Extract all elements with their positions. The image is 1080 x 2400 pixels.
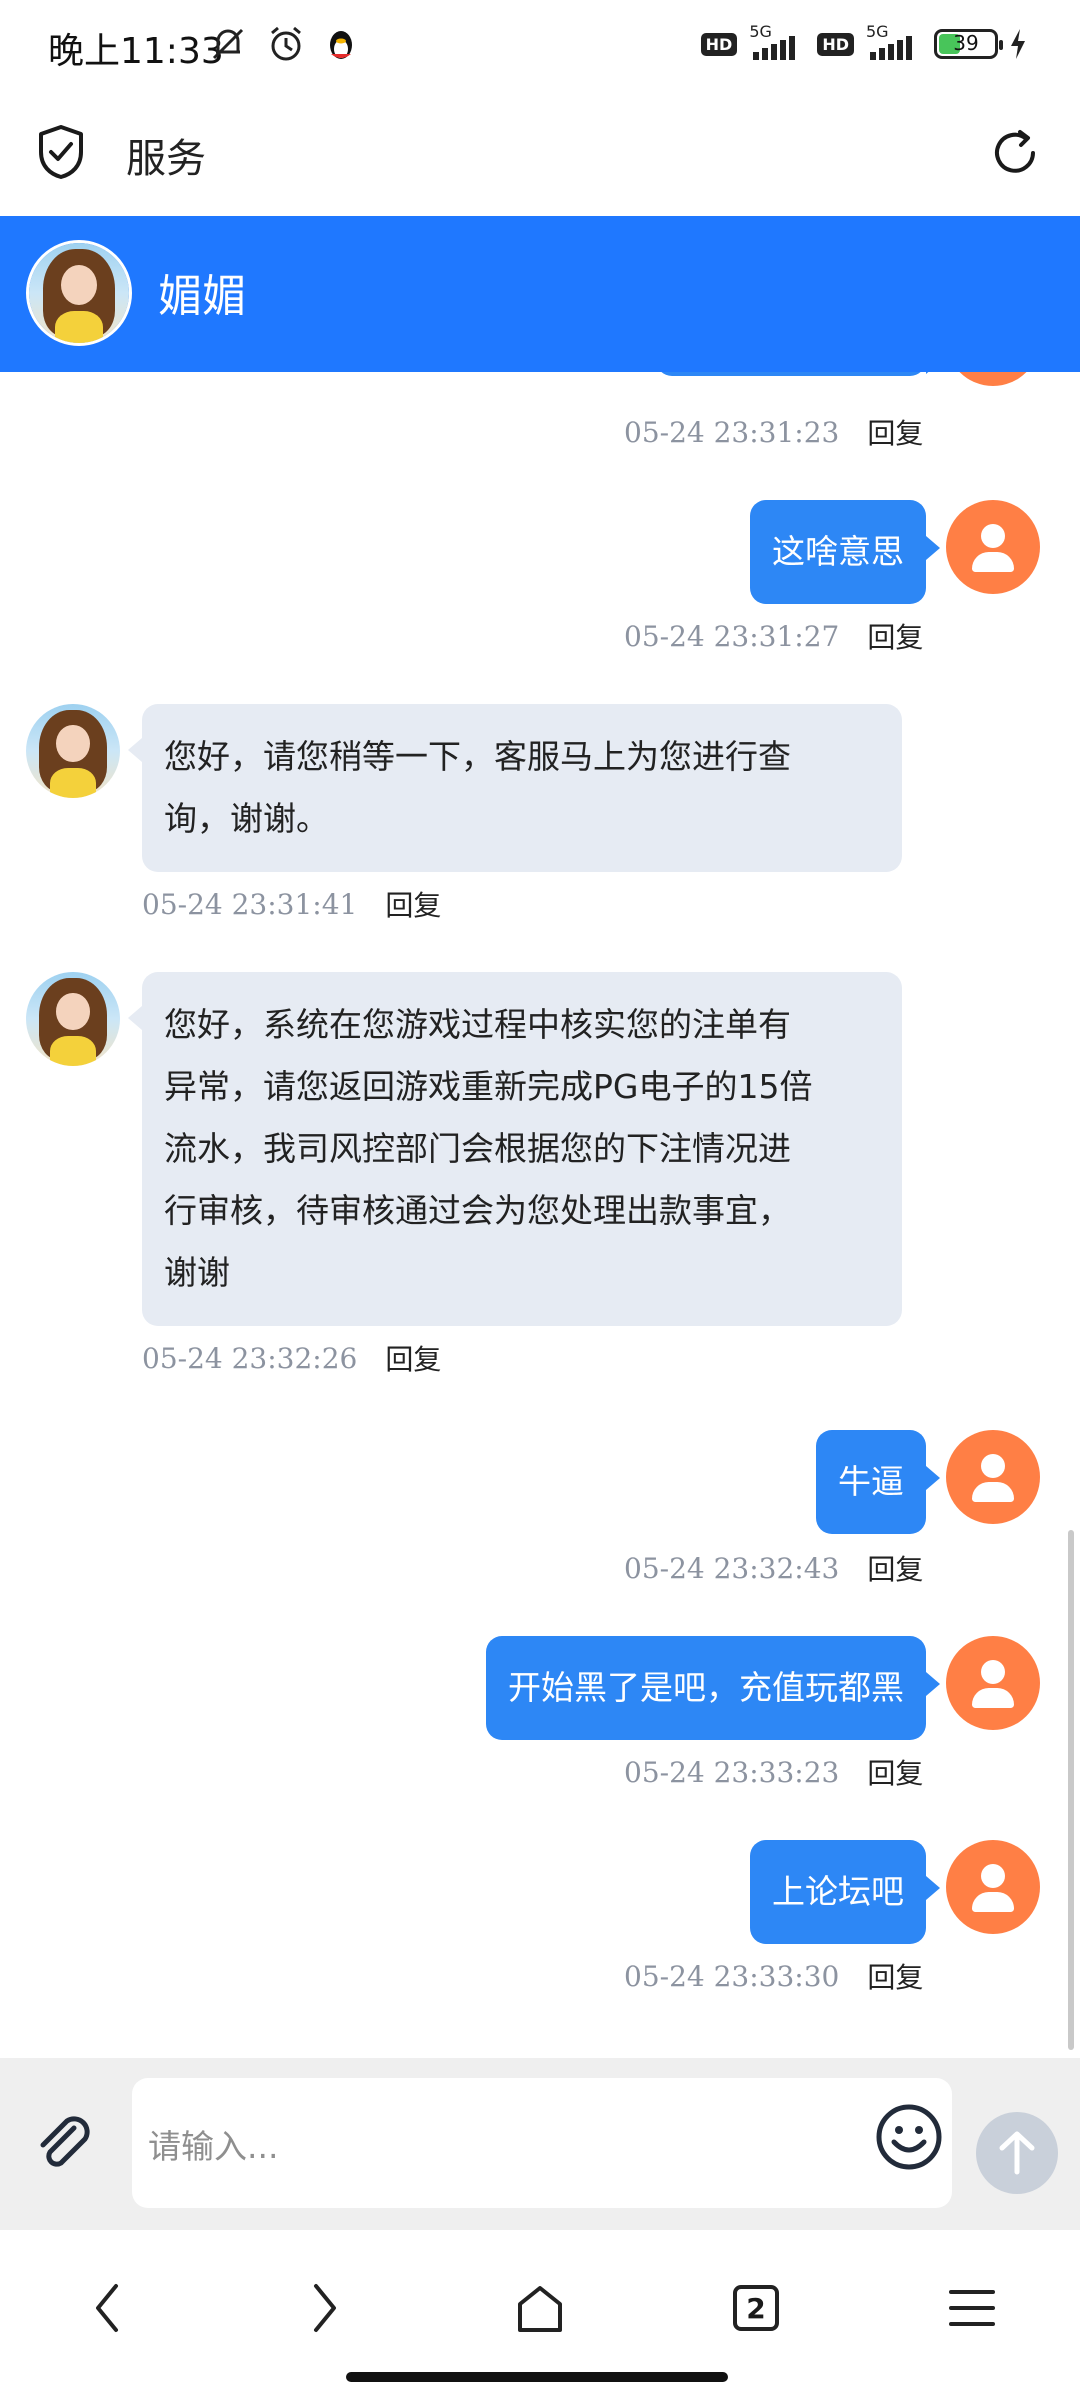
message-input-bar: 请输入... bbox=[0, 2058, 1080, 2230]
forward-button[interactable] bbox=[284, 2268, 364, 2348]
status-time: 晚上11:33 bbox=[48, 31, 224, 72]
user-avatar bbox=[946, 1840, 1040, 1934]
reply-link[interactable]: 回复 bbox=[385, 1338, 441, 1378]
message-meta: 05-24 23:33:30 回复 bbox=[624, 1956, 923, 1996]
battery-icon: 39 bbox=[934, 29, 1003, 59]
paperclip-icon[interactable] bbox=[30, 2110, 100, 2180]
tabs-button[interactable]: 2 bbox=[716, 2268, 796, 2348]
menu-button[interactable] bbox=[932, 2268, 1012, 2348]
reply-link[interactable]: 回复 bbox=[385, 884, 441, 924]
screen: 晚上11:33 HD 5G HD 5G 39 服务 媚媚 05-24 23:31… bbox=[0, 0, 1080, 2400]
reply-link[interactable]: 回复 bbox=[867, 412, 923, 452]
message-bubble-incoming[interactable]: 您好，系统在您游戏过程中核实您的注单有 异常，请您返回游戏重新完成PG电子的15… bbox=[128, 972, 902, 1326]
message-bubble-incoming[interactable]: 您好，请您稍等一下，客服马上为您进行查 询，谢谢。 bbox=[128, 704, 902, 872]
menu-icon bbox=[949, 2290, 995, 2326]
message-timestamp: 05-24 23:33:23 bbox=[624, 1755, 840, 1789]
message-meta: 05-24 23:31:41 回复 bbox=[142, 884, 441, 924]
reply-link[interactable]: 回复 bbox=[867, 1956, 923, 1996]
message-line: 流水，我司风控部门会根据您的下注情况进 bbox=[164, 1129, 791, 1168]
user-avatar bbox=[946, 372, 1040, 386]
status-icons-left bbox=[208, 24, 358, 64]
message-line: 异常，请您返回游戏重新完成PG电子的15倍 bbox=[164, 1067, 813, 1106]
message-meta: 05-24 23:33:23 回复 bbox=[624, 1752, 923, 1792]
message-timestamp: 05-24 23:32:26 bbox=[142, 1341, 358, 1375]
qq-penguin-icon bbox=[330, 31, 352, 59]
user-avatar bbox=[946, 1430, 1040, 1524]
message-timestamp: 05-24 23:33:30 bbox=[624, 1959, 840, 1993]
contact-name: 媚媚 bbox=[158, 271, 246, 322]
message-timestamp: 05-24 23:31:41 bbox=[142, 887, 358, 921]
gesture-home-indicator[interactable] bbox=[346, 2372, 728, 2382]
signal-icon: 5G bbox=[747, 22, 807, 62]
bell-muted-icon bbox=[212, 28, 244, 60]
message-line: 谢谢 bbox=[164, 1253, 230, 1292]
chat-header: 媚媚 bbox=[0, 216, 1080, 372]
back-button[interactable] bbox=[68, 2268, 148, 2348]
message-meta: 05-24 23:31:23 回复 bbox=[624, 412, 923, 452]
agent-avatar bbox=[26, 972, 120, 1066]
message-meta: 05-24 23:31:27 回复 bbox=[624, 616, 923, 656]
charging-bolt-icon bbox=[1011, 29, 1025, 59]
home-button[interactable] bbox=[500, 2268, 580, 2348]
message-meta: 05-24 23:32:43 回复 bbox=[624, 1548, 923, 1588]
message-line: 您好，请您稍等一下，客服马上为您进行查 bbox=[164, 737, 791, 776]
status-icons-right: HD 5G HD 5G 39 bbox=[700, 22, 1028, 62]
message-bubble-outgoing[interactable]: 上论坛吧 bbox=[750, 1840, 940, 1944]
message-line: 行审核，待审核通过会为您处理出款事宜， bbox=[164, 1191, 791, 1230]
message-line: 您好，系统在您游戏过程中核实您的注单有 bbox=[164, 1005, 791, 1044]
message-input-placeholder: 请输入... bbox=[148, 2127, 279, 2166]
app-header: 服务 bbox=[0, 96, 1080, 216]
chat-message-list[interactable]: 05-24 23:31:23 回复 这啥意思 05-24 23:31:27 回复… bbox=[0, 372, 1080, 2058]
arrow-up-icon bbox=[999, 2131, 1035, 2175]
message-bubble-outgoing[interactable]: 牛逼 bbox=[816, 1430, 940, 1534]
refresh-icon[interactable] bbox=[988, 126, 1042, 180]
reply-link[interactable]: 回复 bbox=[867, 1752, 923, 1792]
contact-avatar[interactable] bbox=[26, 240, 132, 346]
message-timestamp: 05-24 23:31:23 bbox=[624, 415, 840, 449]
home-icon bbox=[518, 2286, 562, 2332]
chat-scrollbar[interactable] bbox=[1068, 1530, 1074, 2050]
chevron-left-icon bbox=[96, 2284, 118, 2332]
message-bubble-outgoing[interactable]: 这啥意思 bbox=[750, 500, 940, 604]
message-timestamp: 05-24 23:31:27 bbox=[624, 619, 840, 653]
chevron-right-icon bbox=[314, 2284, 336, 2332]
emoji-icon[interactable] bbox=[874, 2102, 944, 2172]
shield-check-icon[interactable] bbox=[36, 124, 86, 180]
user-avatar bbox=[946, 1636, 1040, 1730]
page-title: 服务 bbox=[126, 136, 206, 182]
hd-badge-2: HD bbox=[817, 32, 854, 56]
status-bar: 晚上11:33 HD 5G HD 5G 39 bbox=[0, 0, 1080, 96]
send-button[interactable] bbox=[976, 2112, 1058, 2194]
message-timestamp: 05-24 23:32:43 bbox=[624, 1551, 840, 1585]
message-bubble-outgoing[interactable]: 开始黑了是吧，充值玩都黑 bbox=[486, 1636, 940, 1740]
reply-link[interactable]: 回复 bbox=[867, 616, 923, 656]
signal-icon-2: 5G bbox=[864, 22, 924, 62]
reply-link[interactable]: 回复 bbox=[867, 1548, 923, 1588]
message-input[interactable]: 请输入... bbox=[132, 2078, 952, 2208]
user-avatar bbox=[946, 500, 1040, 594]
hd-badge: HD bbox=[700, 32, 738, 56]
battery-level-text: 39 bbox=[953, 31, 979, 55]
message-line: 询，谢谢。 bbox=[164, 799, 329, 838]
message-bubble-outgoing[interactable] bbox=[656, 372, 940, 376]
tab-count: 2 bbox=[746, 2291, 766, 2325]
alarm-icon bbox=[271, 26, 301, 61]
agent-avatar bbox=[26, 704, 120, 798]
message-meta: 05-24 23:32:26 回复 bbox=[142, 1338, 441, 1378]
browser-nav-bar: 2 bbox=[0, 2230, 1080, 2400]
